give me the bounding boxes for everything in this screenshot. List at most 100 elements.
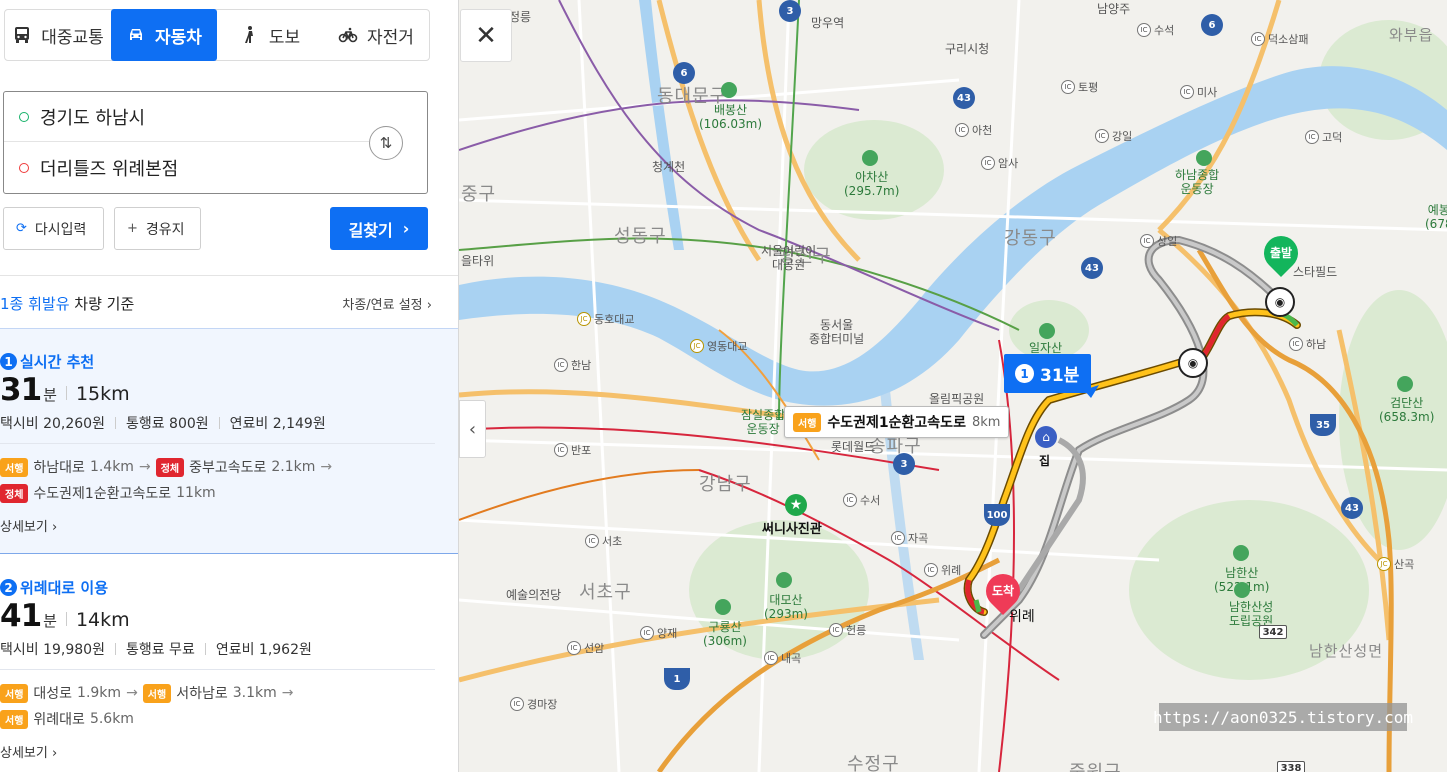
route-43-shield-icon: 43	[1081, 257, 1103, 279]
route-time-badge[interactable]: 1 31분	[1004, 354, 1091, 393]
interchange-label: IC 하남	[1289, 336, 1326, 352]
traffic-tag: 서행	[0, 709, 29, 729]
route-option-2[interactable]: 2 위례대로 이용 41 분 14km 택시비 19,980원 통행료 무료 연…	[0, 555, 458, 772]
mountain-icon	[715, 599, 731, 615]
route-summary: 31 분 15km	[0, 372, 130, 408]
interchange-label: IC 토평	[1061, 79, 1098, 95]
close-button[interactable]: ✕	[460, 9, 512, 62]
speed-camera-icon: ◉	[1265, 287, 1295, 317]
fuel-cost: 연료비 2,149원	[229, 416, 326, 432]
divider	[114, 417, 116, 429]
interchange-label: JC 영동대교	[690, 338, 747, 354]
district-label: 강남구	[699, 474, 752, 495]
mountain-icon	[1397, 376, 1413, 392]
segment-distance: 2.1km	[271, 459, 316, 475]
vehicle-fuel-settings-link[interactable]: 차종/연료 설정 ›	[342, 294, 432, 313]
poi-label: 아차산 (295.7m)	[844, 170, 900, 198]
poi-label: 스타필드	[1293, 265, 1338, 279]
fuel-basis-row: 1종 휘발유 차량 기준 차종/연료 설정 ›	[0, 289, 440, 317]
detail-label: 상세보기	[0, 746, 48, 761]
segment-road: 하남대로	[33, 460, 85, 476]
segment-distance: 3.1km	[232, 685, 277, 701]
poi-label: 집	[1039, 454, 1051, 468]
route-detail-link[interactable]: 상세보기 ›	[0, 516, 57, 535]
route-option-1[interactable]: 1 실시간 추천 31 분 15km 택시비 20,260원 통행료 800원 …	[0, 328, 458, 554]
speed-camera-icon: ◉	[1178, 348, 1208, 378]
tab-bicycle[interactable]: 자전거	[323, 10, 429, 60]
route-3-shield-icon: 3	[893, 453, 915, 475]
car-icon	[130, 29, 143, 40]
tab-car[interactable]: 자동차	[111, 9, 217, 61]
traffic-tag: 서행	[0, 457, 29, 477]
poi-label: 구룡산 (306m)	[703, 620, 747, 648]
destination-pin[interactable]: 도착	[978, 566, 1028, 620]
tab-transit-label: 대중교통	[41, 27, 104, 48]
divider	[204, 643, 206, 655]
mountain-icon	[721, 82, 737, 98]
segment-distance: 5.6km	[89, 711, 134, 727]
route-342-shield-icon: 342	[1259, 625, 1287, 639]
close-icon: ✕	[475, 20, 497, 51]
route-time-unit: 분	[43, 612, 57, 630]
interchange-label: IC 자곡	[891, 530, 928, 546]
route-rank-badge: 1	[1015, 364, 1034, 383]
destination-field[interactable]: 더리틀즈 위례본점	[4, 143, 369, 193]
interchange-label: IC 위례	[924, 562, 961, 578]
route-segments: 서행 대성로 1.9km → 서행 서하남로 3.1km →	[0, 683, 293, 703]
interchange-label: IC 경마장	[510, 696, 557, 712]
detail-label: 상세보기	[0, 520, 48, 535]
traffic-tag: 서행	[142, 683, 172, 703]
origin-field[interactable]: 경기도 하남시	[4, 92, 369, 142]
interchange-label: IC 암사	[981, 155, 1018, 171]
interchange-label: IC 한남	[554, 357, 591, 373]
taxi-fare: 택시비 20,260원	[0, 416, 105, 432]
route-time-unit: 분	[43, 386, 57, 404]
segment-road: 중부고속도로	[189, 460, 267, 476]
reset-label: 다시입력	[34, 221, 87, 238]
find-route-button[interactable]: 길찾기 ›	[330, 207, 428, 250]
divider	[65, 612, 67, 626]
poi-label: 하남종합 운동장	[1175, 168, 1220, 196]
route-distance: 14km	[75, 609, 130, 631]
bus-icon	[15, 27, 30, 43]
chevron-left-icon: ‹	[468, 418, 477, 440]
home-icon: ⌂	[1035, 426, 1057, 448]
start-pin[interactable]: 출발	[1256, 228, 1306, 282]
expressway-100-shield-icon: 100	[984, 504, 1010, 526]
poi-label: 구리시청	[945, 42, 990, 56]
poi-label: 써니사진관	[762, 522, 822, 537]
arrow-right-icon: →	[138, 459, 151, 475]
transport-mode-tabs: 대중교통 자동차 도보 자전거	[4, 9, 430, 61]
collapse-panel-button[interactable]: ‹	[459, 400, 486, 458]
destination-pin-label: 도착	[991, 584, 1015, 598]
tab-transit[interactable]: 대중교통	[5, 10, 111, 60]
swap-route-button[interactable]: ⇅	[369, 126, 403, 160]
expressway-1-shield-icon: 1	[664, 668, 690, 690]
poi-label: 롯데월드	[831, 440, 876, 454]
poi-label: 예술의전당	[506, 588, 562, 602]
poi-label: 청계천	[652, 160, 686, 174]
district-label: 중구	[461, 184, 497, 205]
add-waypoint-button[interactable]: + 경유지	[114, 207, 201, 250]
map-label: 남양주	[1097, 2, 1131, 16]
map-canvas	[459, 0, 1447, 772]
route-detail-link[interactable]: 상세보기 ›	[0, 742, 57, 761]
route-338-shield-icon: 338	[1277, 761, 1305, 772]
tab-walk[interactable]: 도보	[217, 10, 323, 60]
road-segment-tooltip: 서행 수도권제1순환고속도로 8km	[784, 406, 1010, 438]
fuel-type: 1종 휘발유	[0, 294, 70, 313]
district-label: 강동구	[1004, 228, 1057, 249]
interchange-label: IC 미사	[1180, 84, 1217, 100]
route-input-box: 경기도 하남시 더리틀즈 위례본점 ⇅	[3, 91, 428, 194]
segment-road: 위례대로	[33, 712, 85, 728]
star-icon: ★	[785, 494, 807, 516]
reset-button[interactable]: ⟳ 다시입력	[3, 207, 104, 250]
toll-fee: 통행료 800원	[125, 416, 209, 432]
district-label: 와부읍	[1389, 26, 1434, 44]
map-view[interactable]: 동대문구 성동구 광진구 강동구 송파구 강남구 서초구 중구 수정구 중원구 …	[459, 0, 1447, 772]
poi-label: 일자산	[1029, 341, 1063, 355]
route-segments: 서행 하남대로 1.4km → 정체 중부고속도로 2.1km →	[0, 457, 332, 477]
taxi-fare: 택시비 19,980원	[0, 642, 105, 658]
traffic-tag: 정체	[0, 483, 29, 503]
divider	[0, 669, 435, 670]
